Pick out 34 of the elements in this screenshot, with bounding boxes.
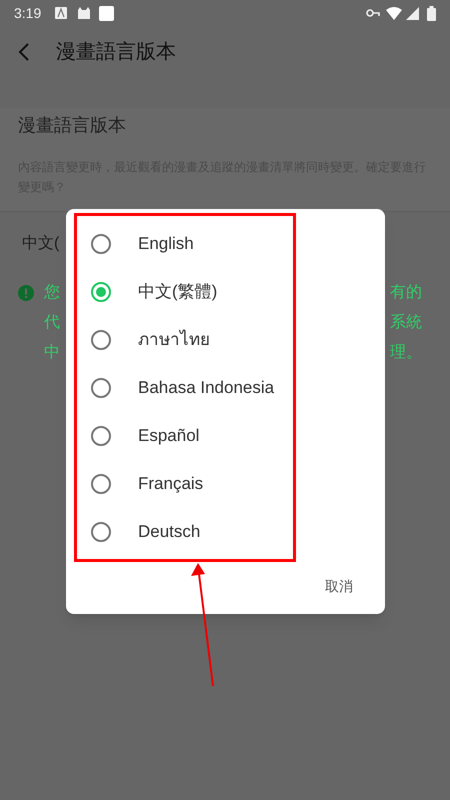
radio-icon [90,521,112,543]
radio-icon [90,377,112,399]
back-icon[interactable] [18,42,30,62]
current-language: 中文( [22,235,60,252]
language-option[interactable]: Français [77,460,293,508]
cat-icon [77,7,92,19]
language-option[interactable]: Bahasa Indonesia [77,364,293,412]
notice-text: 中 [44,342,60,363]
notice-text: 有的 [390,283,422,303]
language-option[interactable]: Español [77,412,293,460]
battery-icon [427,6,436,20]
language-option[interactable]: ภาษาไทย [77,316,293,364]
status-time: 3:19 [14,4,42,22]
notice-text: 理。 [390,343,422,363]
notice-text: 代 [44,313,60,333]
radio-icon [90,425,112,447]
page-title: 漫畫語言版本 [56,40,176,65]
cancel-button[interactable]: 取消 [323,572,355,601]
app-notification-icon [55,7,68,19]
notice-text: 您 [44,283,60,303]
key-icon [366,9,380,17]
notification-icon [99,6,114,20]
alert-icon [18,285,34,301]
notice-text: 系統 [390,312,422,333]
language-option[interactable]: English [77,220,293,268]
radio-icon [90,329,112,351]
wifi-icon [386,6,402,20]
signal-icon [406,6,419,20]
radio-icon [90,281,112,303]
radio-icon [90,473,112,495]
language-option[interactable]: Deutsch [77,508,293,556]
language-option[interactable]: 中文(繁體) [77,268,293,316]
radio-icon [90,233,112,255]
section-title: 漫畫語言版本 [18,114,127,137]
